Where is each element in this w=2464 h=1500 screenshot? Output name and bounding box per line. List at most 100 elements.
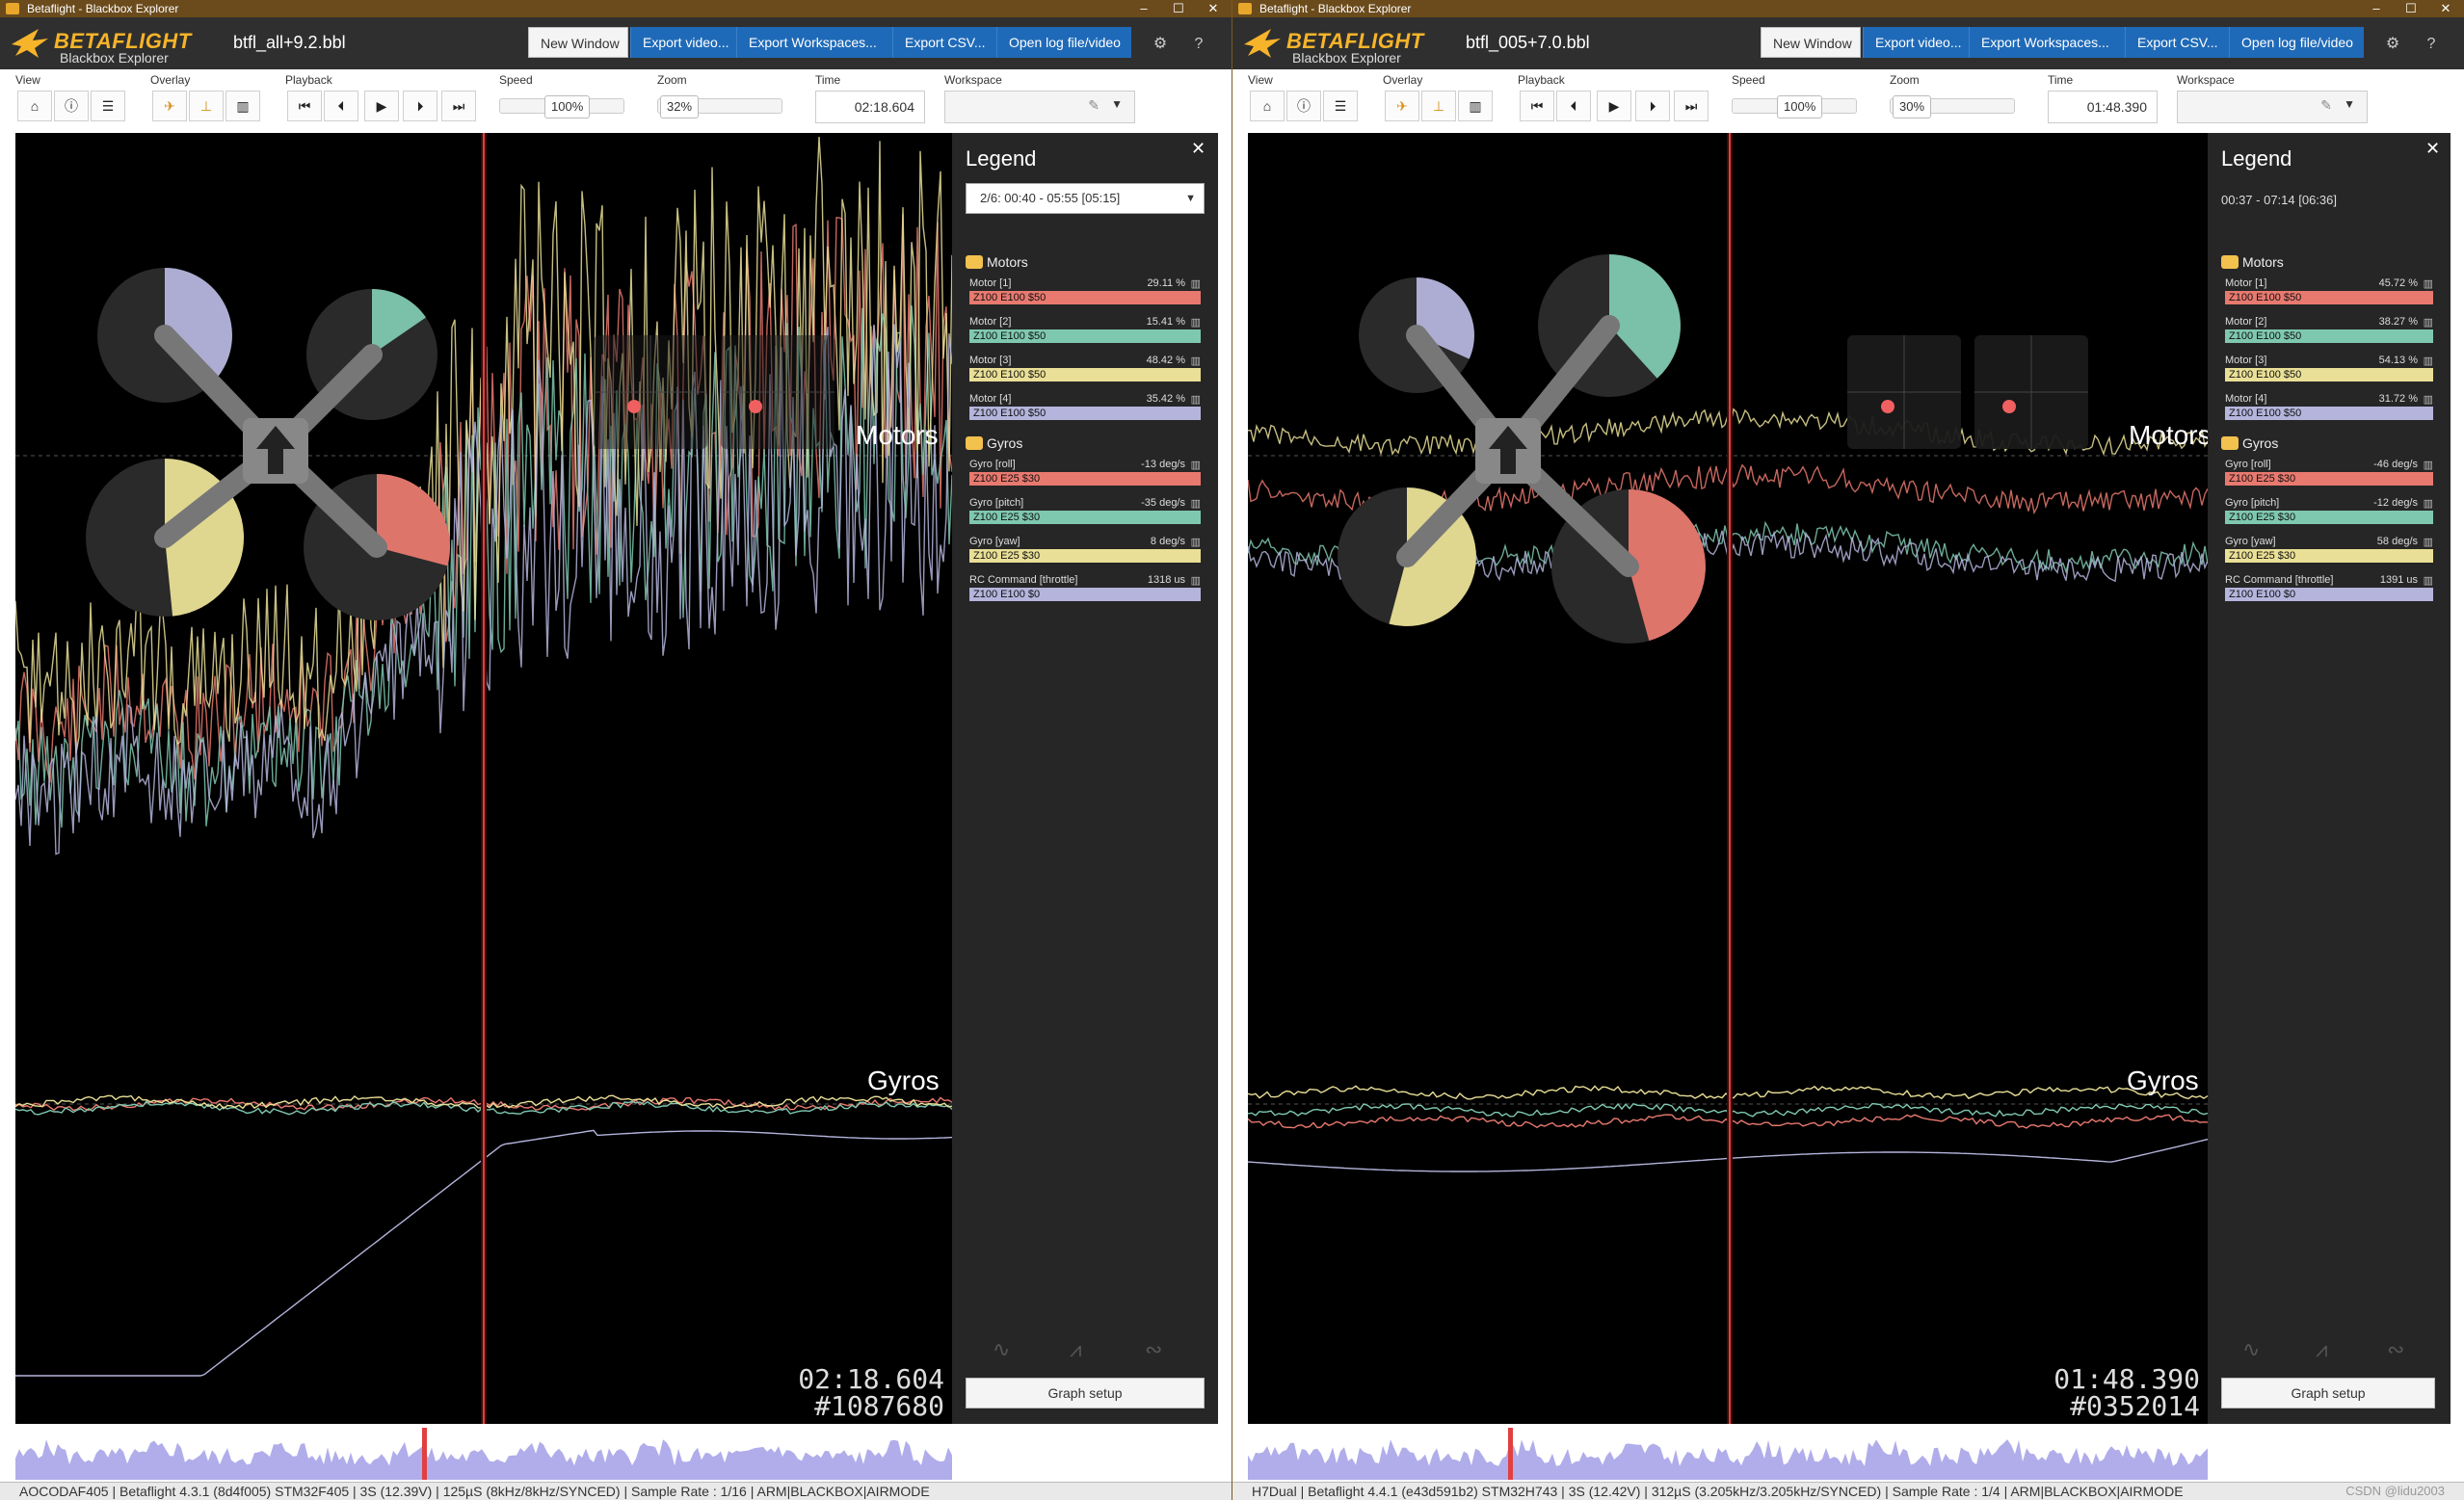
- seek-bar[interactable]: [15, 1428, 952, 1480]
- table-icon[interactable]: ☰: [1323, 91, 1358, 121]
- step-forward-icon[interactable]: ⏵: [403, 91, 437, 121]
- graph-setup-button[interactable]: Graph setup: [2221, 1378, 2435, 1408]
- skip-start-icon[interactable]: ⏮: [1520, 91, 1554, 121]
- analyser-icon[interactable]: ▥: [1191, 393, 1201, 406]
- analyser-icon[interactable]: ▥: [2424, 355, 2433, 367]
- export-csv-button[interactable]: Export CSV...: [892, 27, 996, 58]
- legend-field[interactable]: Motor [4] 31.72 % ▥ Z100 E100 $50: [2225, 393, 2433, 430]
- field-setting[interactable]: Z100 E25 $30: [2225, 549, 2433, 563]
- close-icon[interactable]: ✕: [2425, 139, 2440, 159]
- export-csv-button[interactable]: Export CSV...: [2125, 27, 2229, 58]
- sine-icon[interactable]: ∾: [2387, 1337, 2404, 1362]
- field-setting[interactable]: Z100 E100 $0: [2225, 588, 2433, 601]
- legend-field[interactable]: RC Command [throttle] 1318 us ▥ Z100 E100 $…: [969, 574, 1201, 611]
- export-video-button[interactable]: Export video...: [630, 27, 736, 58]
- legend-field[interactable]: Gyro [pitch] -35 deg/s ▥ Z100 E25 $30: [969, 497, 1201, 534]
- analyser-icon[interactable]: ▥: [2424, 316, 2433, 329]
- field-setting[interactable]: Z100 E100 $0: [969, 588, 1201, 601]
- field-setting[interactable]: Z100 E25 $30: [969, 511, 1201, 524]
- pencil-icon[interactable]: ✎: [2320, 97, 2332, 114]
- analyser-icon[interactable]: ▥: [1191, 497, 1201, 510]
- step-back-icon[interactable]: ⏴: [324, 91, 358, 121]
- chevron-down-icon[interactable]: ▼: [1111, 97, 1123, 111]
- help-icon[interactable]: ?: [1189, 35, 1208, 54]
- analyser-icon[interactable]: ▥: [2424, 574, 2433, 587]
- pencil-icon[interactable]: ✎: [1088, 97, 1100, 114]
- chevron-down-icon[interactable]: ▼: [1185, 184, 1196, 213]
- export-video-button[interactable]: Export video...: [1863, 27, 1969, 58]
- log-select[interactable]: 2/6: 00:40 - 05:55 [05:15] ▼: [966, 183, 1205, 214]
- time-input[interactable]: 02:18.604: [815, 91, 925, 123]
- home-icon[interactable]: ⌂: [1250, 91, 1285, 121]
- seek-bar[interactable]: [1248, 1428, 2208, 1480]
- analyser-icon[interactable]: ▥: [1191, 536, 1201, 548]
- analyser-icon[interactable]: ▥: [1191, 355, 1201, 367]
- step-back-icon[interactable]: ⏴: [1556, 91, 1591, 121]
- spectrum-icon[interactable]: ∿: [993, 1337, 1010, 1362]
- help-icon[interactable]: ?: [2422, 35, 2441, 54]
- info-icon[interactable]: ⓘ: [54, 91, 89, 121]
- field-setting[interactable]: Z100 E100 $50: [2225, 329, 2433, 343]
- legend-field[interactable]: Gyro [yaw] 58 deg/s ▥ Z100 E25 $30: [2225, 536, 2433, 572]
- time-input[interactable]: 01:48.390: [2048, 91, 2158, 123]
- legend-field[interactable]: Motor [2] 38.27 % ▥ Z100 E100 $50: [2225, 316, 2433, 353]
- speed-slider[interactable]: 100%: [1732, 95, 1857, 118]
- step-forward-icon[interactable]: ⏵: [1635, 91, 1670, 121]
- close-icon[interactable]: ✕: [1191, 0, 1232, 17]
- legend-group[interactable]: Gyros: [2221, 435, 2278, 451]
- analyser-icon[interactable]: ▥: [2424, 393, 2433, 406]
- analyser-icon[interactable]: ▥: [1458, 91, 1493, 121]
- legend-field[interactable]: Gyro [pitch] -12 deg/s ▥ Z100 E25 $30: [2225, 497, 2433, 534]
- play-icon[interactable]: ▶: [1597, 91, 1631, 121]
- zoom-slider[interactable]: 30%: [1890, 95, 2015, 118]
- legend-field[interactable]: RC Command [throttle] 1391 us ▥ Z100 E100 $…: [2225, 574, 2433, 611]
- field-setting[interactable]: Z100 E100 $50: [2225, 291, 2433, 304]
- legend-group[interactable]: Gyros: [966, 435, 1022, 451]
- home-icon[interactable]: ⌂: [17, 91, 52, 121]
- analyser-icon[interactable]: ▥: [1191, 316, 1201, 329]
- craft-icon[interactable]: ✈: [1385, 91, 1419, 121]
- table-icon[interactable]: ☰: [91, 91, 125, 121]
- speed-value[interactable]: 100%: [1777, 95, 1823, 118]
- close-icon[interactable]: ✕: [2424, 0, 2464, 17]
- field-setting[interactable]: Z100 E100 $50: [969, 291, 1201, 304]
- field-setting[interactable]: Z100 E25 $30: [2225, 511, 2433, 524]
- speed-slider[interactable]: 100%: [499, 95, 624, 118]
- legend-group[interactable]: Motors: [966, 254, 1028, 270]
- legend-field[interactable]: Motor [3] 48.42 % ▥ Z100 E100 $50: [969, 355, 1201, 391]
- legend-field[interactable]: Gyro [roll] -13 deg/s ▥ Z100 E25 $30: [969, 459, 1201, 495]
- skip-end-icon[interactable]: ⏭: [1674, 91, 1709, 121]
- export-workspaces-button[interactable]: Export Workspaces...: [1969, 27, 2125, 58]
- legend-field[interactable]: Gyro [yaw] 8 deg/s ▥ Z100 E25 $30: [969, 536, 1201, 572]
- skip-start-icon[interactable]: ⏮: [287, 91, 322, 121]
- legend-field[interactable]: Motor [1] 45.72 % ▥ Z100 E100 $50: [2225, 277, 2433, 314]
- graph-setup-button[interactable]: Graph setup: [966, 1378, 1205, 1408]
- field-setting[interactable]: Z100 E100 $50: [969, 368, 1201, 382]
- analyser-icon[interactable]: ▥: [2424, 459, 2433, 471]
- sine-icon[interactable]: ∾: [1145, 1337, 1162, 1362]
- analyser-icon[interactable]: ▥: [1191, 459, 1201, 471]
- chevron-down-icon[interactable]: ▼: [2344, 97, 2355, 111]
- legend-field[interactable]: Gyro [roll] -46 deg/s ▥ Z100 E25 $30: [2225, 459, 2433, 495]
- skip-end-icon[interactable]: ⏭: [441, 91, 476, 121]
- field-setting[interactable]: Z100 E100 $50: [969, 329, 1201, 343]
- info-icon[interactable]: ⓘ: [1286, 91, 1321, 121]
- new-window-button[interactable]: New Window: [1761, 27, 1861, 58]
- workspace-select[interactable]: ✎ ▼: [944, 91, 1135, 123]
- legend-field[interactable]: Motor [1] 29.11 % ▥ Z100 E100 $50: [969, 277, 1201, 314]
- workspace-select[interactable]: ✎ ▼: [2177, 91, 2368, 123]
- new-window-button[interactable]: New Window: [528, 27, 628, 58]
- gear-icon[interactable]: ⚙: [2383, 35, 2402, 54]
- open-log-button[interactable]: Open log file/video: [2229, 27, 2364, 58]
- field-setting[interactable]: Z100 E100 $50: [2225, 407, 2433, 420]
- close-icon[interactable]: ✕: [1191, 139, 1206, 159]
- field-setting[interactable]: Z100 E25 $30: [969, 472, 1201, 486]
- field-setting[interactable]: Z100 E100 $50: [969, 407, 1201, 420]
- legend-field[interactable]: Motor [4] 35.42 % ▥ Z100 E100 $50: [969, 393, 1201, 430]
- gear-icon[interactable]: ⚙: [1151, 35, 1170, 54]
- noise-icon[interactable]: ⩘: [1070, 1337, 1081, 1362]
- zoom-value[interactable]: 32%: [660, 95, 700, 118]
- analyser-icon[interactable]: ▥: [1191, 277, 1201, 290]
- craft-icon[interactable]: ✈: [152, 91, 187, 121]
- sticks-icon[interactable]: ⊥: [1421, 91, 1456, 121]
